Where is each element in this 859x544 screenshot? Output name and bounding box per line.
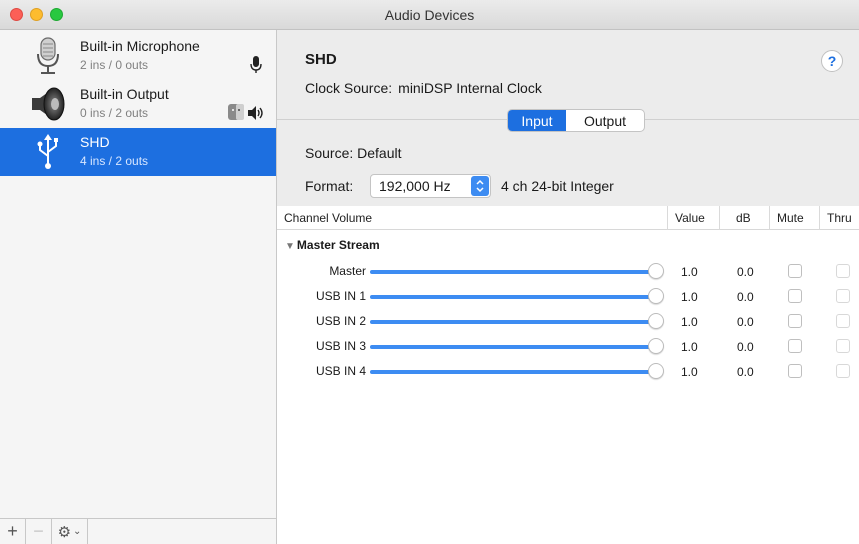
clock-source-label: Clock Source: [305,80,393,96]
thru-checkbox[interactable] [836,314,850,328]
device-io: 0 ins / 2 outs [80,106,149,120]
column-channel-volume[interactable]: Channel Volume [277,206,667,230]
channel-row: USB IN 1 1.0 0.0 [277,285,859,309]
channel-label: Master [329,264,366,278]
channel-db: 0.0 [737,340,754,354]
thru-checkbox[interactable] [836,289,850,303]
channel-db: 0.0 [737,290,754,304]
volume-slider-knob[interactable] [648,263,664,279]
mic-badge-icon [250,56,262,77]
speaker-badge-icon [248,106,264,123]
channel-row: USB IN 2 1.0 0.0 [277,310,859,334]
microphone-icon [28,36,68,76]
device-title: SHD [305,51,337,68]
thru-checkbox[interactable] [836,264,850,278]
device-item-shd[interactable]: SHD 4 ins / 2 outs [0,128,276,176]
channel-table-header: Channel Volume Value dB Mute Thru [277,206,859,230]
volume-slider-knob[interactable] [648,288,664,304]
remove-device-button[interactable]: − [26,519,52,544]
column-mute[interactable]: Mute [769,206,819,230]
channel-value: 1.0 [681,265,698,279]
sidebar-toolbar: + − ⚙ ⌄ [0,518,276,544]
device-item-built-in-microphone[interactable]: Built-in Microphone 2 ins / 0 outs [0,32,276,80]
channel-value: 1.0 [681,315,698,329]
audio-devices-window: Audio Devices Built-in Microphone 2 ins … [0,0,859,544]
channel-db: 0.0 [737,265,754,279]
column-value[interactable]: Value [667,206,719,230]
title-bar: Audio Devices [0,0,859,30]
thru-checkbox[interactable] [836,339,850,353]
format-description: 4 ch 24-bit Integer [501,178,614,194]
volume-slider-track[interactable] [370,295,653,299]
speaker-icon [28,84,68,124]
volume-slider-track[interactable] [370,345,653,349]
channel-value: 1.0 [681,365,698,379]
channel-db: 0.0 [737,365,754,379]
device-name: Built-in Microphone [80,38,200,54]
source-setting: Source: Default [305,145,402,161]
mute-checkbox[interactable] [788,364,802,378]
usb-icon [28,132,68,172]
volume-slider-knob[interactable] [648,363,664,379]
clock-source: Clock Source: miniDSP Internal Clock [305,80,542,96]
device-io: 4 ins / 2 outs [80,154,149,168]
finder-badge-icon [228,104,244,123]
device-io: 2 ins / 0 outs [80,58,149,72]
chevron-down-icon: ⌄ [73,526,82,537]
channel-label: USB IN 4 [315,364,366,378]
column-db[interactable]: dB [719,206,769,230]
source-label: Source: [305,145,354,161]
add-device-button[interactable]: + [0,519,26,544]
channel-label: USB IN 1 [315,289,366,303]
clock-source-value: miniDSP Internal Clock [398,80,542,96]
channel-db: 0.0 [737,315,754,329]
volume-slider-track[interactable] [370,270,653,274]
window-title: Audio Devices [384,7,475,23]
channel-label: USB IN 3 [315,339,366,353]
device-list: Built-in Microphone 2 ins / 0 outs Built… [0,30,277,544]
channel-row: USB IN 4 1.0 0.0 [277,360,859,384]
device-item-built-in-output[interactable]: Built-in Output 0 ins / 2 outs [0,80,276,128]
channel-label: USB IN 2 [315,314,366,328]
volume-slider-track[interactable] [370,320,653,324]
device-name: Built-in Output [80,86,169,102]
channel-value: 1.0 [681,340,698,354]
channel-row: Master 1.0 0.0 [277,260,859,284]
volume-slider-knob[interactable] [648,313,664,329]
help-button[interactable]: ? [821,50,843,72]
input-output-segmented-control: Input Output [507,109,645,132]
stream-group-label: Master Stream [296,238,380,252]
mute-checkbox[interactable] [788,339,802,353]
stream-group-row[interactable]: ▼ Master Stream [277,238,380,252]
device-name: SHD [80,134,110,150]
tab-input[interactable]: Input [508,110,566,131]
channel-row: USB IN 3 1.0 0.0 [277,335,859,359]
volume-slider-knob[interactable] [648,338,664,354]
plus-icon: + [7,521,18,541]
tab-output[interactable]: Output [566,110,644,131]
minus-icon: − [33,521,44,541]
device-header: SHD ? Clock Source: miniDSP Internal Cloc… [277,30,859,222]
updown-chevron-icon [471,176,489,196]
source-value: Default [357,145,402,161]
volume-slider-track[interactable] [370,370,653,374]
mute-checkbox[interactable] [788,314,802,328]
mute-checkbox[interactable] [788,289,802,303]
thru-checkbox[interactable] [836,364,850,378]
disclosure-triangle-icon[interactable]: ▼ [285,241,295,252]
column-thru[interactable]: Thru [819,206,859,230]
format-label: Format: [305,178,354,194]
mute-checkbox[interactable] [788,264,802,278]
gear-icon: ⚙ [57,523,72,541]
device-action-menu-button[interactable]: ⚙ ⌄ [52,519,88,544]
question-icon: ? [827,53,837,69]
format-value: 192,000 Hz [379,178,451,194]
format-select[interactable]: 192,000 Hz [370,174,491,198]
channel-value: 1.0 [681,290,698,304]
device-detail-pane: SHD ? Clock Source: miniDSP Internal Cloc… [277,30,859,544]
